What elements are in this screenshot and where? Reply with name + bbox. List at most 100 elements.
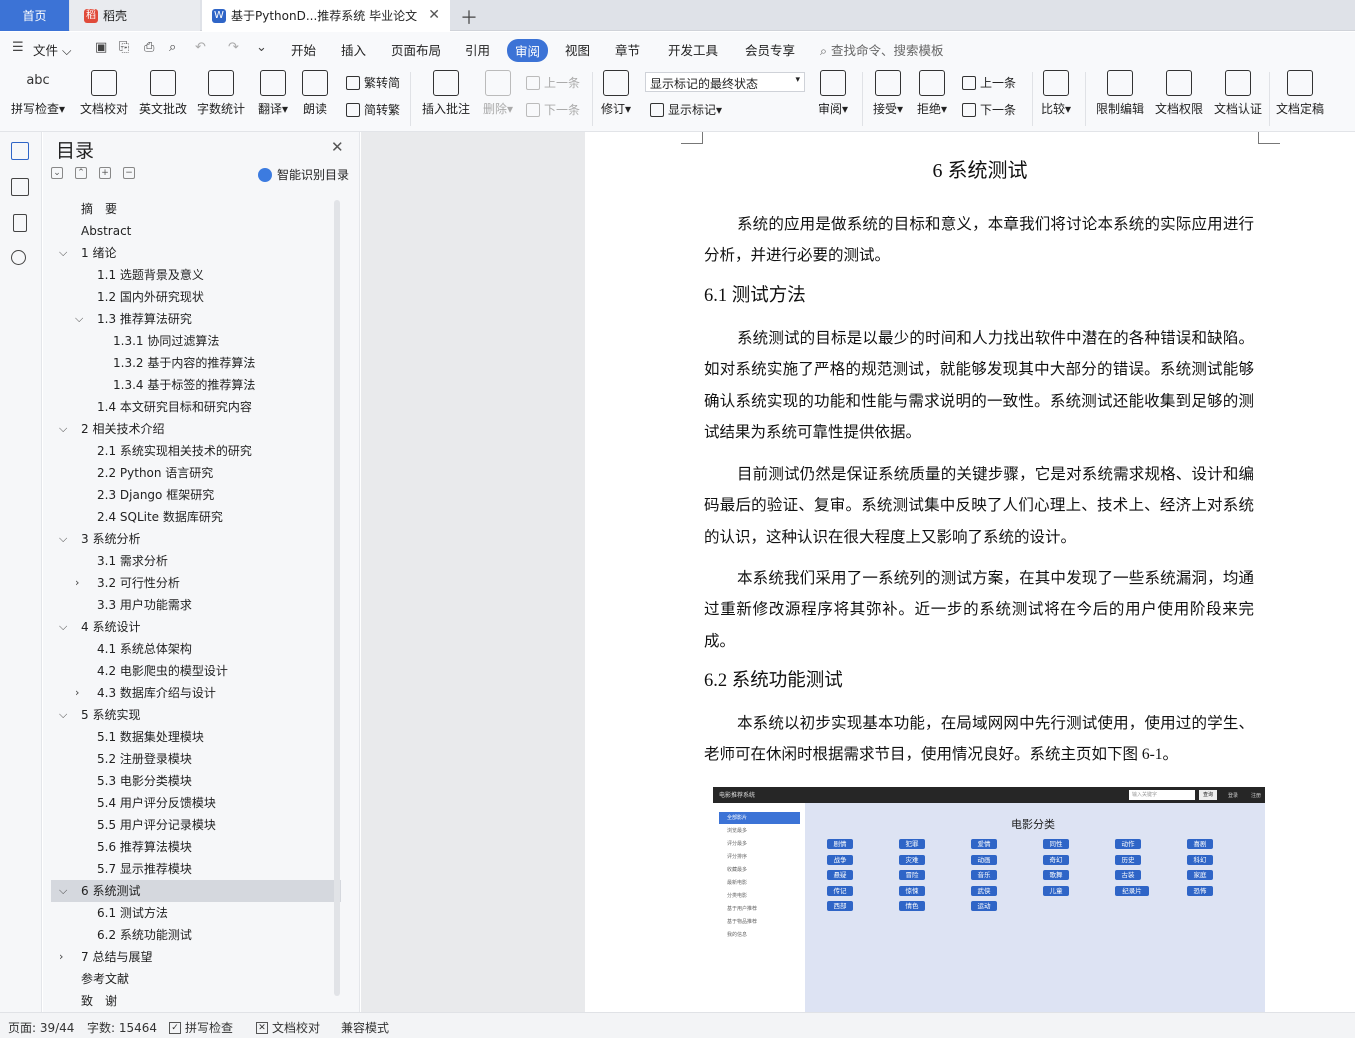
minus-level-icon[interactable]: − <box>123 167 135 179</box>
insert-comment-button[interactable]: 插入批注 <box>420 70 472 117</box>
compare-button[interactable]: 比较▾ <box>1038 70 1074 117</box>
expand-up-icon[interactable]: ⌃ <box>75 167 87 179</box>
chevron-down-icon[interactable]: ⌵ <box>59 528 67 550</box>
toc-item[interactable]: 5.7 显示推荐模块 <box>51 858 341 880</box>
accept-button[interactable]: 接受▾ <box>870 70 906 117</box>
toc-item[interactable]: 4.2 电影爬虫的模型设计 <box>51 660 341 682</box>
toc-item[interactable]: ⌵ 1 绪论 <box>51 242 341 264</box>
toc-item[interactable]: › 4.3 数据库介绍与设计 <box>51 682 341 704</box>
chevron-right-icon[interactable]: › <box>75 682 79 704</box>
toc-item[interactable]: ⌵ 2 相关技术介绍 <box>51 418 341 440</box>
read-aloud-button[interactable]: 朗读 <box>300 70 330 117</box>
menu-item-layout[interactable]: 页面布局 <box>391 40 441 59</box>
status-spell-check[interactable]: ✓ 拼写检查 <box>169 1019 233 1036</box>
toc-item[interactable]: › 7 总结与展望 <box>51 946 341 968</box>
chevron-down-icon[interactable]: ⌵ <box>75 308 83 330</box>
tab-daoke[interactable]: 稻稻壳 <box>70 0 200 31</box>
toc-item[interactable]: 1.3.4 基于标签的推荐算法 <box>51 374 341 396</box>
toc-panel-icon[interactable] <box>11 142 29 160</box>
next-change-button[interactable]: 下一条 <box>962 101 1016 118</box>
show-markup-button[interactable]: 显示标记 ▾ <box>650 101 722 118</box>
menu-item-start[interactable]: 开始 <box>291 40 316 59</box>
status-doc-check[interactable]: ✕ 文档校对 <box>256 1019 320 1036</box>
english-review-button[interactable]: 英文批改 <box>138 70 188 117</box>
menu-item-insert[interactable]: 插入 <box>341 40 366 59</box>
prev-change-button[interactable]: 上一条 <box>962 74 1016 91</box>
menu-item-review[interactable]: 审阅 <box>507 39 549 62</box>
close-icon[interactable]: ✕ <box>331 138 344 156</box>
toc-item[interactable]: 6.2 系统功能测试 <box>51 924 341 946</box>
undo-icon[interactable]: ↶ <box>195 40 206 55</box>
tab-document[interactable]: W 基于PythonD...推荐系统 毕业论文 ✕ <box>202 0 450 31</box>
translate-button[interactable]: 翻译▾ <box>255 70 291 117</box>
toc-item[interactable]: 3.3 用户功能需求 <box>51 594 341 616</box>
toc-item[interactable]: 2.3 Django 框架研究 <box>51 484 341 506</box>
toc-item[interactable]: ⌵ 5 系统实现 <box>51 704 341 726</box>
toc-item[interactable]: 2.4 SQLite 数据库研究 <box>51 506 341 528</box>
plus-level-icon[interactable]: + <box>99 167 111 179</box>
doc-permission-button[interactable]: 文档权限 <box>1153 70 1205 117</box>
command-search[interactable]: ⌕ 查找命令、搜索模板 <box>820 40 944 59</box>
reject-button[interactable]: 拒绝▾ <box>914 70 950 117</box>
export-icon[interactable]: ⎘ <box>119 40 129 55</box>
toc-item[interactable]: 2.1 系统实现相关技术的研究 <box>51 440 341 462</box>
print-preview-icon[interactable]: ⌕ <box>169 40 176 55</box>
page-indicator[interactable]: 页面: 39/44 <box>8 1019 74 1036</box>
menu-item-chapter[interactable]: 章节 <box>615 40 640 59</box>
toc-item[interactable]: › 3.2 可行性分析 <box>51 572 341 594</box>
search-icon[interactable] <box>11 250 26 265</box>
toc-item[interactable]: 5.6 推荐算法模块 <box>51 836 341 858</box>
next-comment-button[interactable]: 下一条 <box>526 101 580 118</box>
chevron-down-icon[interactable]: ⌵ <box>59 880 67 902</box>
simp-to-trad-button[interactable]: 简转繁 <box>346 101 400 118</box>
restrict-editing-button[interactable]: 限制编辑 <box>1094 70 1146 117</box>
chevron-right-icon[interactable]: › <box>75 572 79 594</box>
toc-item[interactable]: 1.3.1 协同过滤算法 <box>51 330 341 352</box>
toc-item[interactable]: ⌵ 3 系统分析 <box>51 528 341 550</box>
save-icon[interactable]: ▣ <box>95 40 107 55</box>
document-page[interactable]: 6 系统测试 系统的应用是做系统的目标和意义，本章我们将讨论本系统的实际应用进行… <box>585 132 1355 1012</box>
toc-item[interactable]: 致 谢 <box>51 990 341 1012</box>
toc-scrollbar[interactable] <box>334 200 340 996</box>
toc-item[interactable]: 1.1 选题背景及意义 <box>51 264 341 286</box>
doc-certify-button[interactable]: 文档认证 <box>1212 70 1264 117</box>
chapter-nav-icon[interactable] <box>11 178 29 196</box>
toc-item[interactable]: ⌵ 6 系统测试 <box>51 880 341 902</box>
tab-home[interactable]: 首页 <box>0 0 69 31</box>
markup-display-select[interactable]: 显示标记的最终状态 ▾ <box>645 72 805 92</box>
toc-item[interactable]: 1.4 本文研究目标和研究内容 <box>51 396 341 418</box>
toc-item[interactable]: 5.5 用户评分记录模块 <box>51 814 341 836</box>
toc-item[interactable]: 3.1 需求分析 <box>51 550 341 572</box>
review-pane-button[interactable]: 审阅▾ <box>815 70 851 117</box>
chevron-down-icon[interactable]: ⌵ <box>59 616 67 638</box>
more-icon[interactable]: ⌄ <box>256 40 267 55</box>
toc-item[interactable]: 1.3.2 基于内容的推荐算法 <box>51 352 341 374</box>
prev-comment-button[interactable]: 上一条 <box>526 74 580 91</box>
menu-item-view[interactable]: 视图 <box>565 40 590 59</box>
add-tab-icon[interactable]: ＋ <box>460 4 478 30</box>
close-icon[interactable]: ✕ <box>428 7 440 23</box>
hamburger-menu-icon[interactable]: ☰ <box>12 40 24 55</box>
menu-item-member[interactable]: 会员专享 <box>745 40 795 59</box>
chevron-down-icon[interactable]: ⌵ <box>59 704 67 726</box>
delete-comment-button[interactable]: 删除▾ <box>480 70 516 117</box>
toc-item[interactable]: 摘 要 <box>51 198 341 220</box>
toc-item[interactable]: 5.2 注册登录模块 <box>51 748 341 770</box>
collapse-all-icon[interactable]: ⌄ <box>51 167 63 179</box>
toc-item[interactable]: 参考文献 <box>51 968 341 990</box>
toc-item[interactable]: Abstract <box>51 220 341 242</box>
smart-toc-button[interactable]: 智能识别目录 <box>258 166 349 183</box>
trad-to-simp-button[interactable]: 繁转简 <box>346 74 400 91</box>
chevron-down-icon[interactable]: ⌵ <box>59 418 67 440</box>
toc-item[interactable]: 1.2 国内外研究现状 <box>51 286 341 308</box>
toc-item[interactable]: 5.4 用户评分反馈模块 <box>51 792 341 814</box>
toc-item[interactable]: 6.1 测试方法 <box>51 902 341 924</box>
chevron-right-icon[interactable]: › <box>59 946 63 968</box>
menu-item-reference[interactable]: 引用 <box>465 40 490 59</box>
track-changes-button[interactable]: 修订▾ <box>598 70 634 117</box>
toc-item[interactable]: 2.2 Python 语言研究 <box>51 462 341 484</box>
toc-item[interactable]: 5.1 数据集处理模块 <box>51 726 341 748</box>
chevron-down-icon[interactable]: ⌵ <box>59 242 67 264</box>
word-count-button[interactable]: 字数统计 <box>196 70 246 117</box>
menu-item-devtools[interactable]: 开发工具 <box>668 40 718 59</box>
